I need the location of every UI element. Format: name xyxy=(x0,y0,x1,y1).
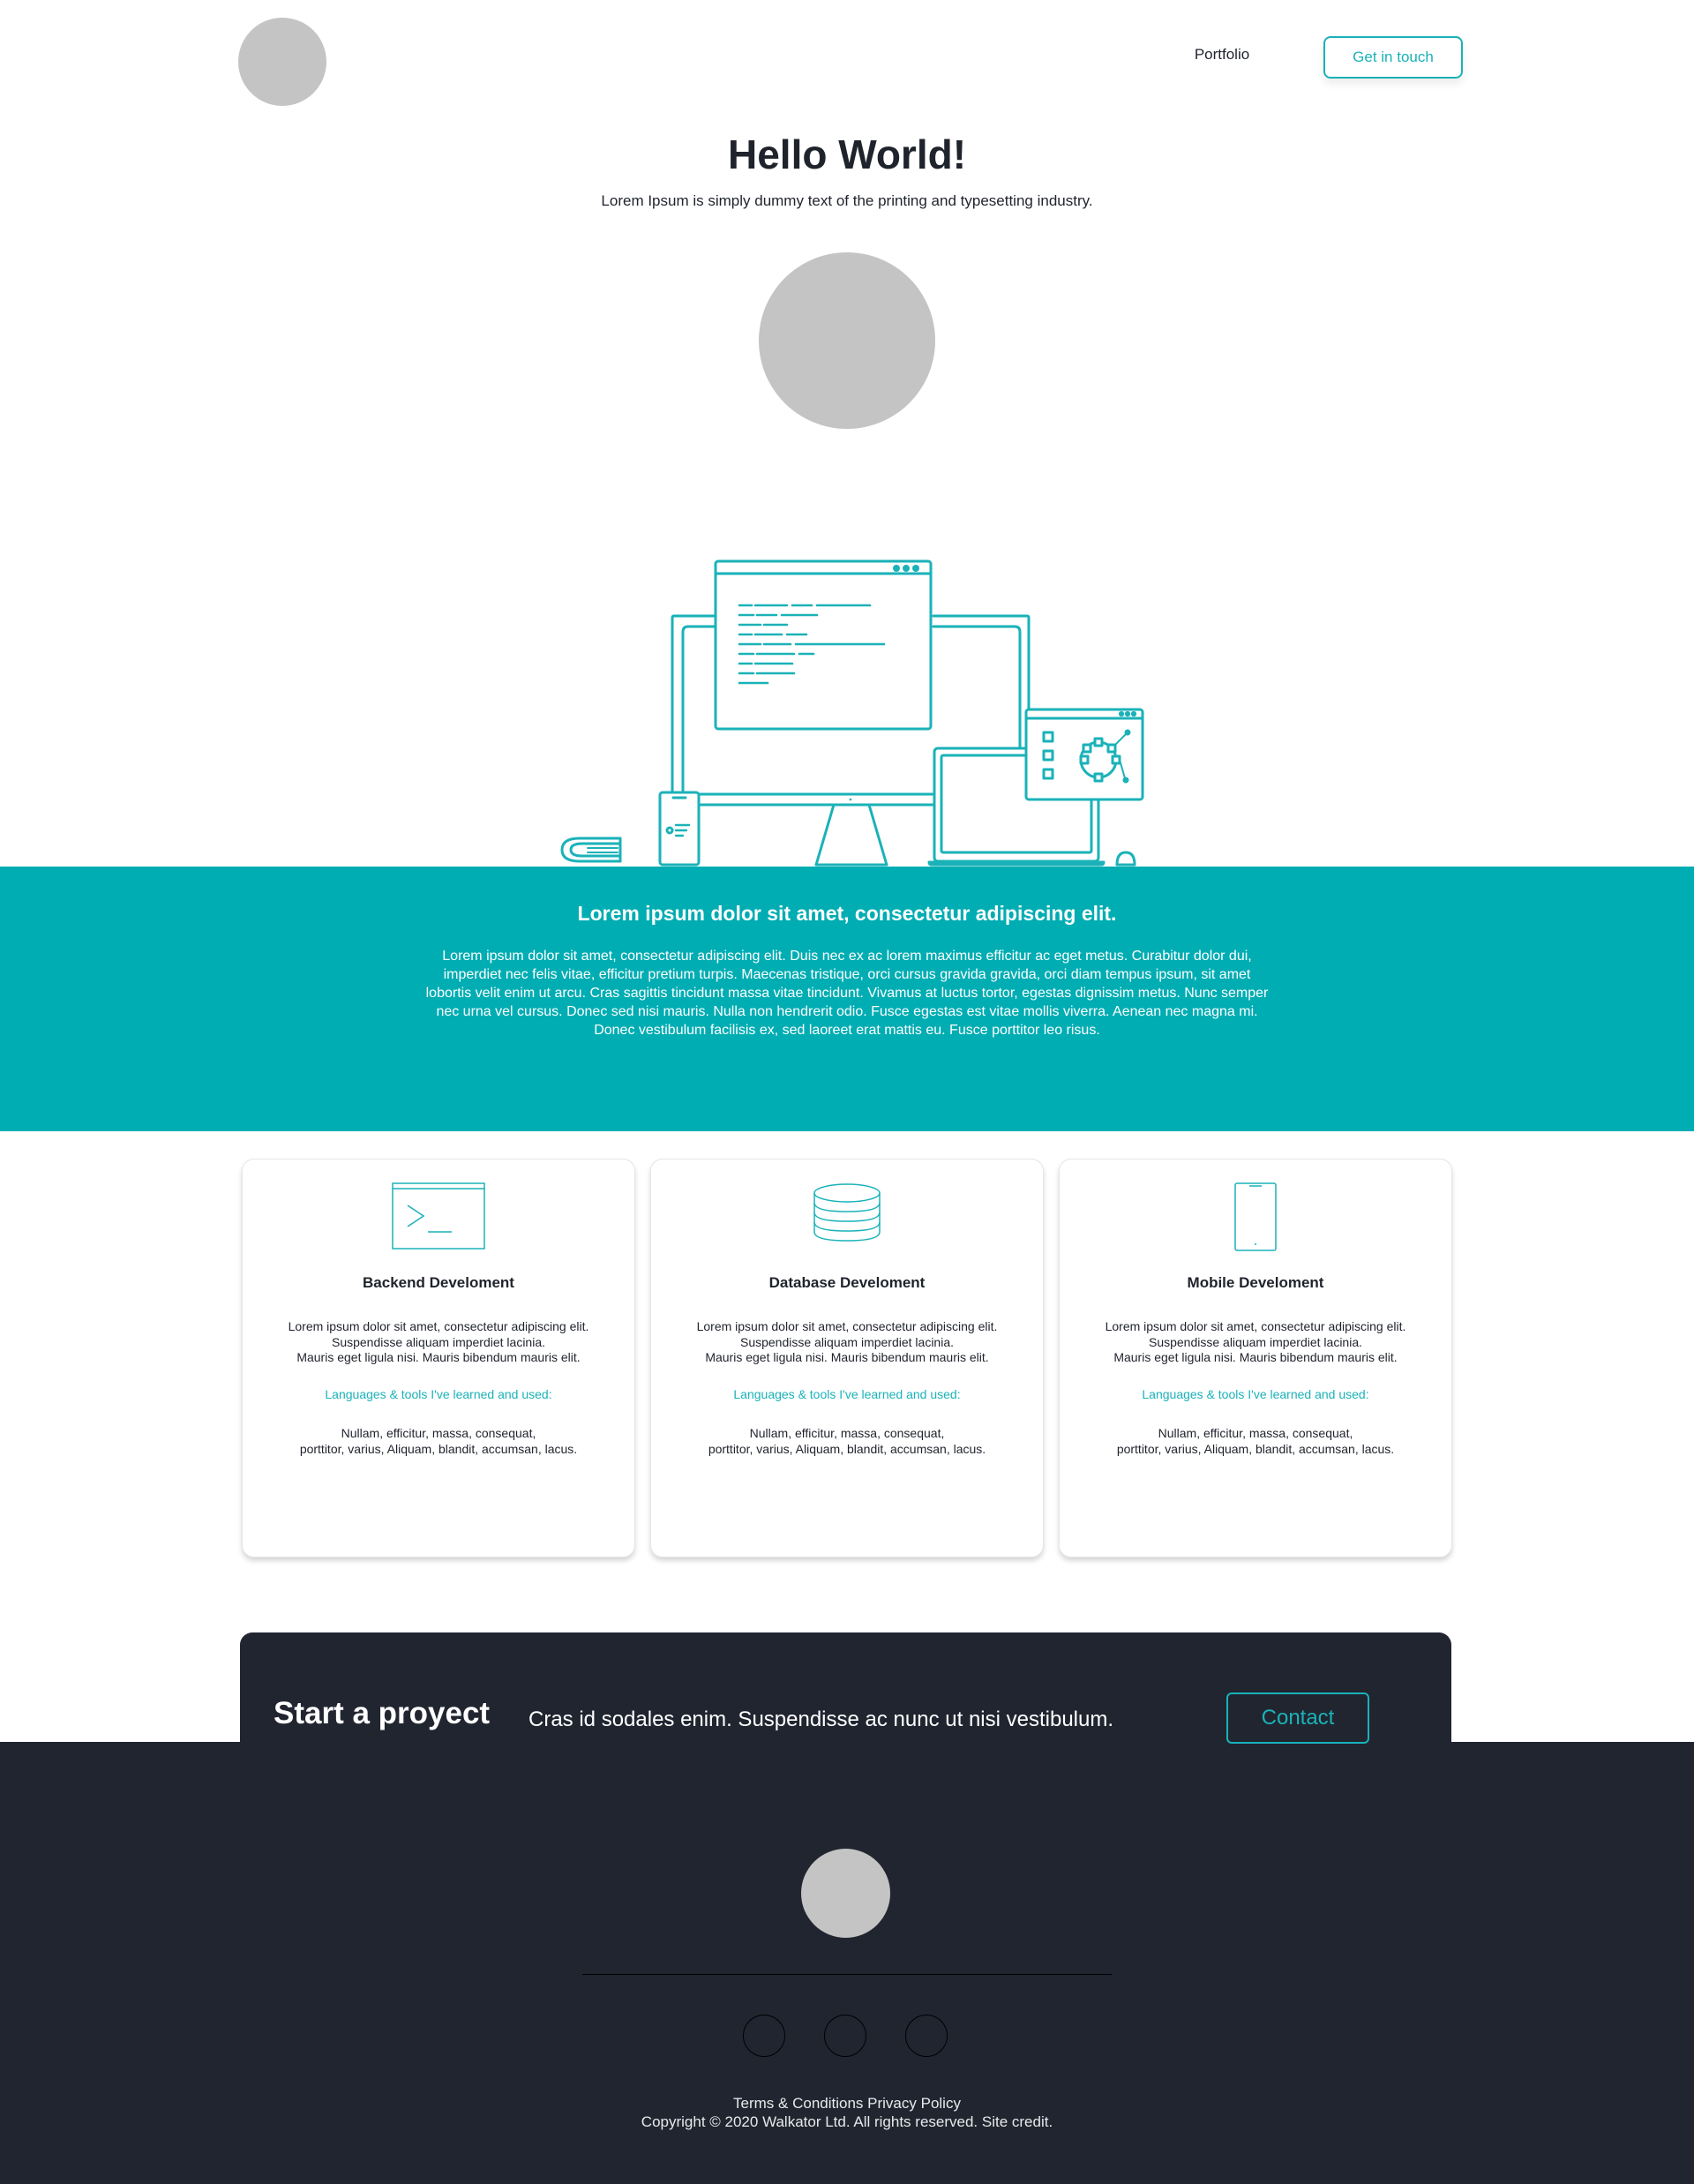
card-title: Mobile Develoment xyxy=(1187,1274,1324,1291)
card-tools-list: Nullam, efficitur, massa, consequat, port… xyxy=(299,1426,578,1456)
footer-copyright: Copyright © 2020 Walkator Ltd. All right… xyxy=(641,2113,1053,2130)
card-description: Lorem ipsum dolor sit amet, consectetur … xyxy=(696,1319,998,1364)
terms-link[interactable]: Terms & Conditions xyxy=(733,2095,863,2112)
card-description: Lorem ipsum dolor sit amet, consectetur … xyxy=(1105,1319,1406,1364)
social-icon-1[interactable] xyxy=(743,2015,785,2057)
privacy-link[interactable]: Privacy Policy xyxy=(867,2095,961,2112)
footer-logo[interactable] xyxy=(801,1849,890,1938)
social-icon-2[interactable] xyxy=(824,2015,866,2057)
card-description: Lorem ipsum dolor sit amet, consectetur … xyxy=(288,1319,589,1364)
get-in-touch-button[interactable]: Get in touch xyxy=(1323,36,1463,79)
hero-subtitle: Lorem Ipsum is simply dummy text of the … xyxy=(601,192,1093,209)
about-body: Lorem ipsum dolor sit amet, consectetur … xyxy=(425,949,1269,1038)
service-card-backend: Backend Develoment Lorem ipsum dolor sit… xyxy=(242,1159,635,1557)
footer-divider xyxy=(582,1974,1112,1975)
card-tools-heading: Languages & tools I've learned and used: xyxy=(733,1387,961,1401)
contact-button[interactable]: Contact xyxy=(1226,1692,1369,1744)
social-icon-3[interactable] xyxy=(905,2015,948,2057)
header-logo[interactable] xyxy=(238,18,326,106)
cta-title: Start a proyect xyxy=(274,1696,491,1730)
mobile-phone-icon xyxy=(1234,1182,1277,1251)
cta-text: Cras id sodales enim. Suspendisse ac nun… xyxy=(528,1707,1113,1731)
hero-avatar xyxy=(759,252,935,429)
workspace-devices-illustration xyxy=(560,559,1144,867)
card-title: Backend Develoment xyxy=(363,1274,514,1291)
database-icon xyxy=(813,1183,881,1242)
service-card-mobile: Mobile Develoment Lorem ipsum dolor sit … xyxy=(1059,1159,1452,1557)
hero-title: Hello World! xyxy=(727,131,967,177)
nav-portfolio-link[interactable]: Portfolio xyxy=(1165,46,1279,64)
terminal-icon xyxy=(392,1182,485,1250)
footer-links: Terms & Conditions Privacy Policy xyxy=(0,2095,1694,2113)
card-tools-heading: Languages & tools I've learned and used: xyxy=(325,1387,552,1401)
about-title: Lorem ipsum dolor sit amet, consectetur … xyxy=(577,902,1117,925)
card-tools-heading: Languages & tools I've learned and used: xyxy=(1142,1387,1369,1401)
card-title: Database Develoment xyxy=(768,1274,926,1291)
service-card-database: Database Develoment Lorem ipsum dolor si… xyxy=(650,1159,1044,1557)
card-tools-list: Nullam, efficitur, massa, consequat, port… xyxy=(1116,1426,1395,1456)
card-tools-list: Nullam, efficitur, massa, consequat, port… xyxy=(708,1426,986,1456)
